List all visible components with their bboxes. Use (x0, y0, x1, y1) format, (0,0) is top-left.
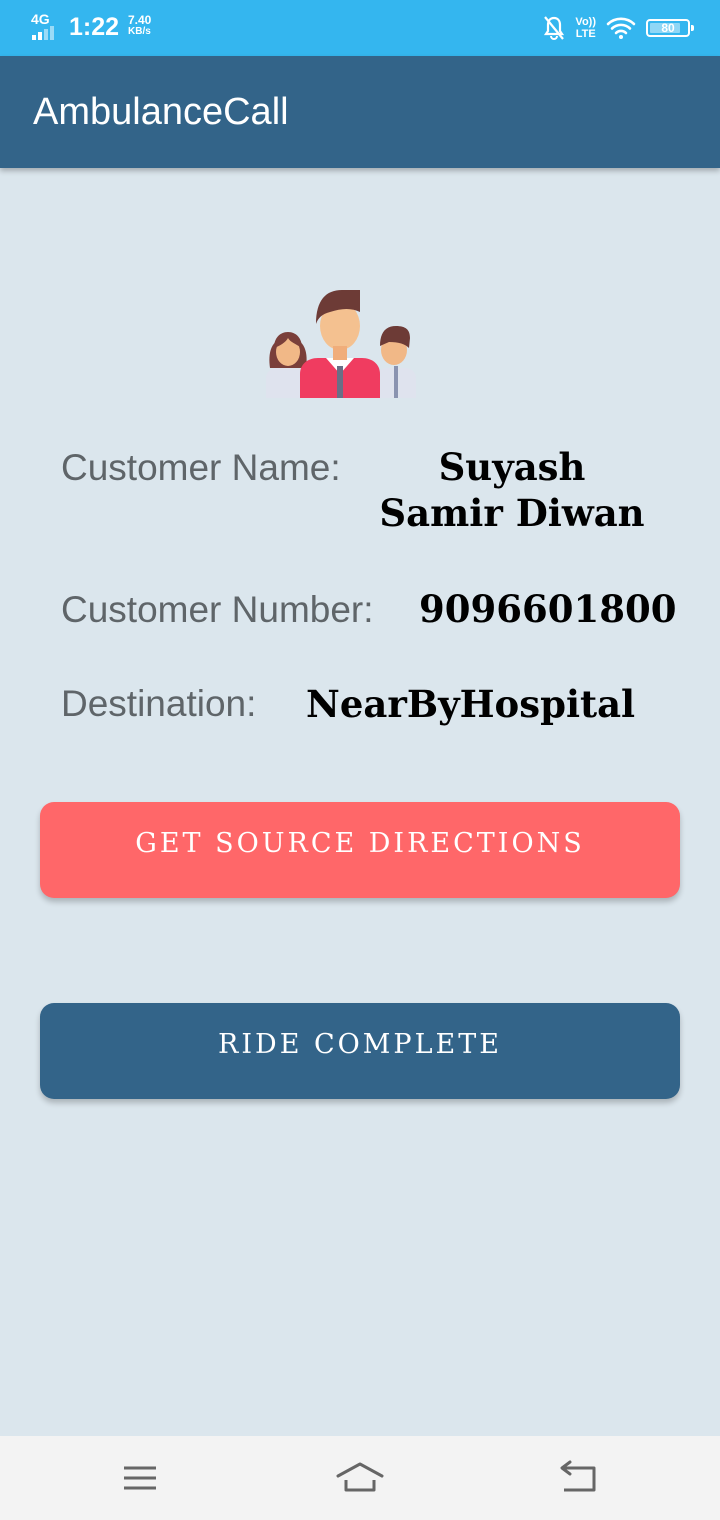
speed-value: 7.40 (128, 13, 152, 27)
customer-name-value: Suyash Samir Diwan (379, 445, 645, 535)
volte-top: Vo)) (575, 16, 596, 28)
app-bar: AmbulanceCall (0, 56, 720, 168)
volte-indicator: Vo)) LTE (575, 16, 596, 40)
navigation-bar (0, 1436, 720, 1520)
battery-level: 80 (661, 21, 675, 35)
back-icon[interactable] (548, 1456, 608, 1500)
network-type: 4G (31, 11, 50, 27)
customer-number-label: Customer Number: (61, 589, 374, 630)
people-group-icon (266, 290, 416, 398)
app-title: AmbulanceCall (33, 91, 289, 133)
network-speed: 7.40 KB/s (128, 14, 151, 38)
ride-complete-label: RIDE COMPLETE (218, 1028, 502, 1060)
customer-name-label: Customer Name: (61, 447, 341, 488)
battery-icon: 80 (646, 19, 694, 37)
ride-complete-button[interactable]: RIDE COMPLETE (40, 1003, 680, 1099)
status-bar: 4G 1:22 7.40 KB/s Vo)) LTE 80 (0, 0, 720, 56)
destination-label: Destination: (61, 683, 257, 724)
status-time: 1:22 (69, 13, 120, 41)
destination-value: NearByHospital (306, 682, 636, 726)
mute-icon (544, 16, 565, 40)
home-icon[interactable] (330, 1456, 390, 1500)
status-icons: Vo)) LTE 80 (543, 12, 694, 44)
customer-number-value: 9096601800 (419, 587, 677, 631)
signal-icon: 4G (31, 12, 61, 40)
wifi-icon (606, 17, 636, 39)
get-source-directions-button[interactable]: GET SOURCE DIRECTIONS (40, 802, 680, 898)
volte-bottom: LTE (575, 28, 596, 40)
get-source-directions-label: GET SOURCE DIRECTIONS (135, 827, 585, 859)
speed-unit: KB/s (128, 26, 151, 37)
menu-icon[interactable] (110, 1456, 170, 1500)
